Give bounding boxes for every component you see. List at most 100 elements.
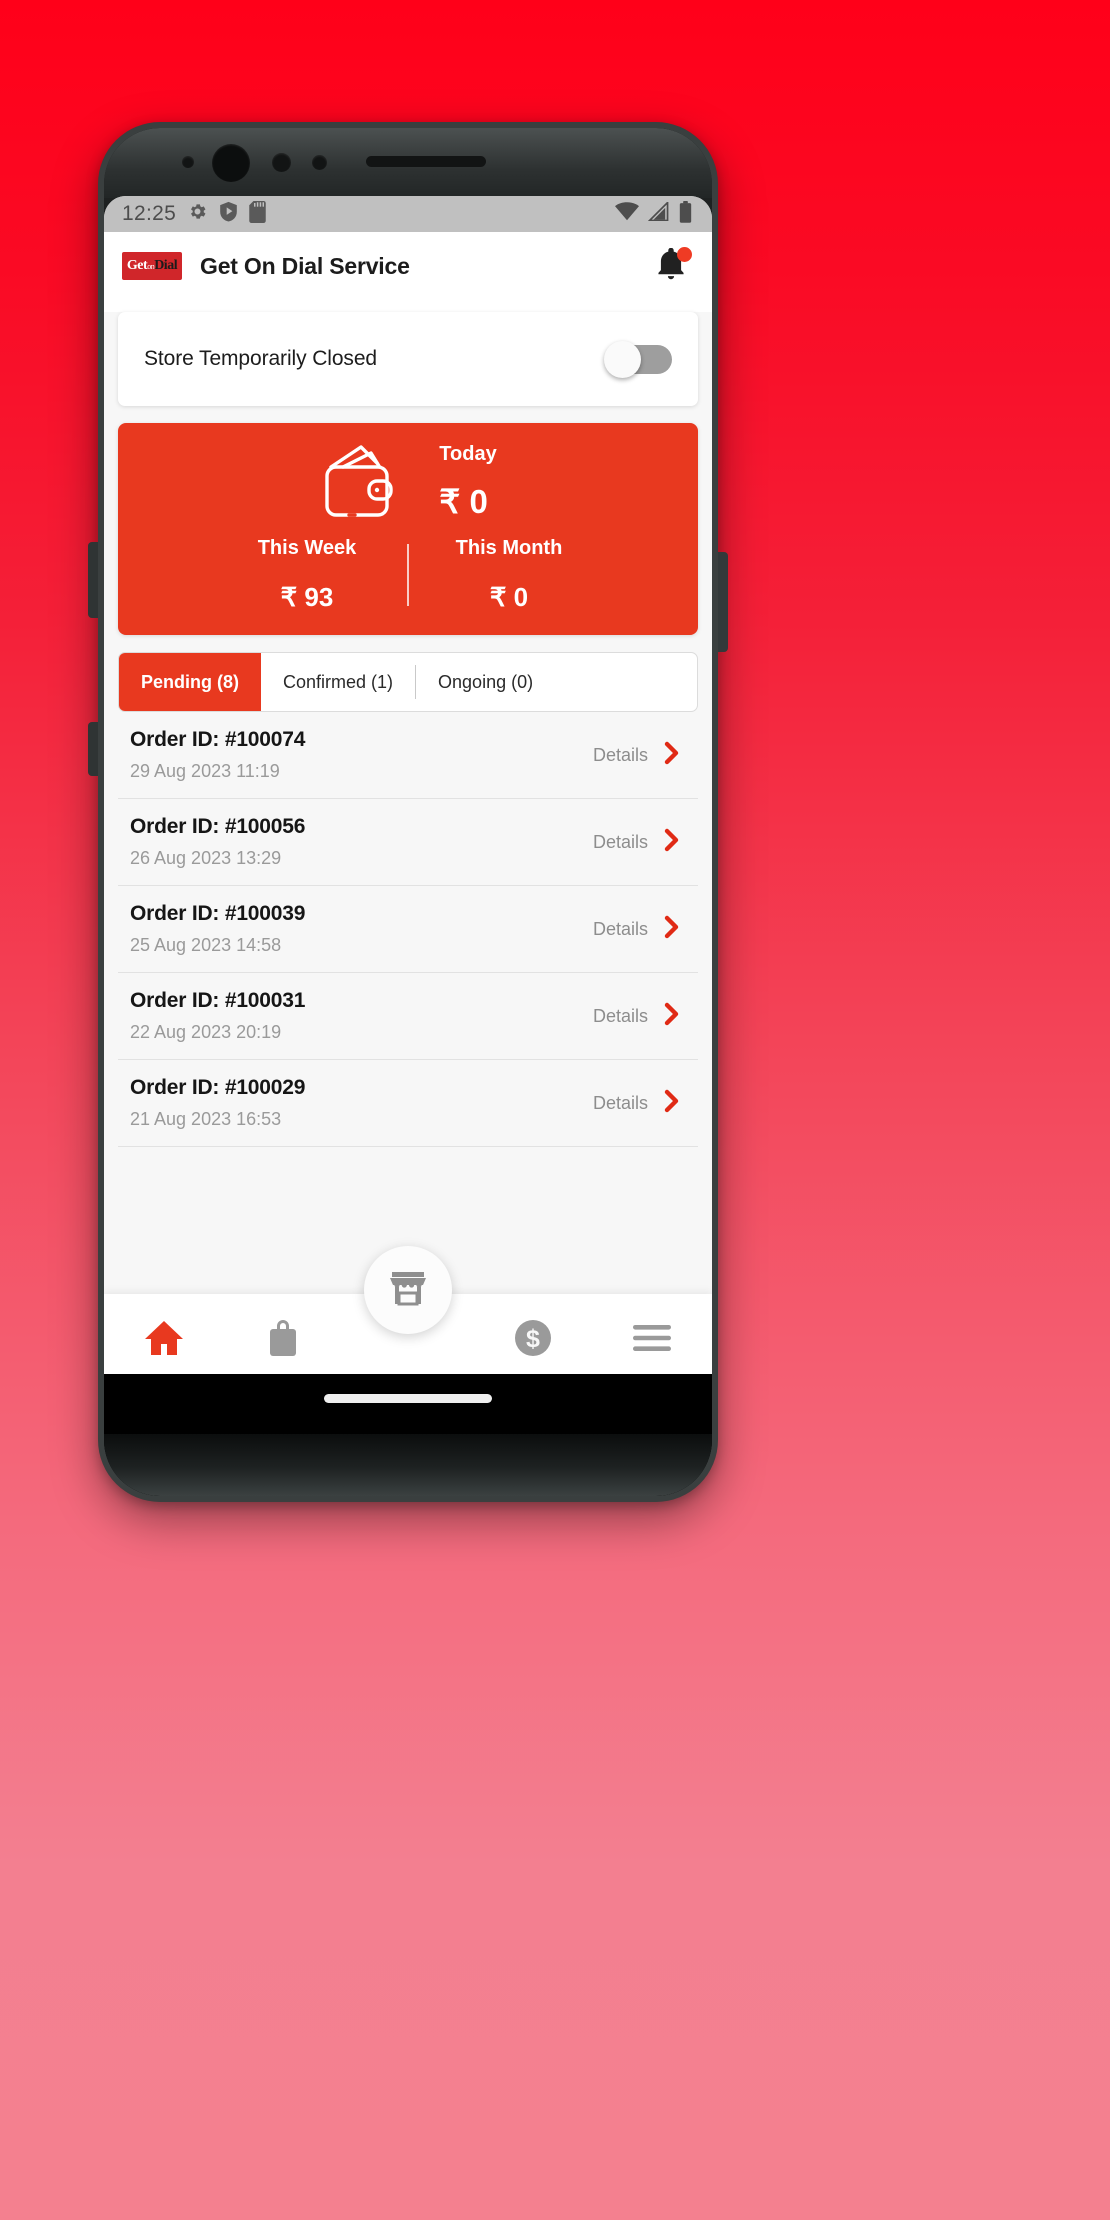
- order-id: Order ID: #100074: [130, 728, 306, 751]
- app-logo-text: GetonDial: [126, 258, 178, 273]
- volume-up-button[interactable]: [88, 542, 98, 618]
- tab-pending[interactable]: Pending (8): [119, 653, 261, 711]
- order-id: Order ID: #100031: [130, 989, 306, 1012]
- phone-device-frame: 12:25 GetonDial Get On Dial Service Stor…: [88, 122, 728, 1502]
- wifi-icon: [615, 202, 639, 226]
- svg-text:$: $: [526, 1325, 540, 1353]
- order-datetime: 29 Aug 2023 11:19: [130, 761, 280, 781]
- logo-dial-text: Dial: [154, 258, 178, 273]
- shield-play-icon: [219, 201, 238, 227]
- battery-icon: [679, 200, 692, 228]
- details-label: Details: [592, 744, 648, 765]
- order-info: Order ID: #100056 26 Aug 2023 13:29: [130, 815, 305, 869]
- status-bar-left: 12:25: [122, 200, 266, 228]
- order-id: Order ID: #100029: [130, 1076, 306, 1099]
- order-datetime: 25 Aug 2023 14:58: [130, 935, 282, 955]
- hamburger-menu-icon: [633, 1324, 672, 1357]
- storefront-icon: [388, 1268, 428, 1313]
- order-id: Order ID: #100056: [130, 815, 306, 838]
- order-details-action[interactable]: Details: [593, 740, 692, 771]
- order-details-action[interactable]: Details: [593, 827, 692, 858]
- power-button[interactable]: [718, 552, 728, 652]
- details-label: Details: [592, 1092, 648, 1113]
- storefront-fab-button[interactable]: [364, 1246, 452, 1334]
- notification-button[interactable]: [656, 247, 692, 284]
- gear-icon: [187, 201, 208, 227]
- home-icon: [144, 1320, 183, 1361]
- order-info: Order ID: #100039 25 Aug 2023 14:58: [130, 902, 305, 956]
- chevron-right-icon: [662, 1088, 682, 1119]
- store-toggle-label: Store Temporarily Closed: [144, 347, 377, 370]
- order-datetime: 21 Aug 2023 16:53: [130, 1109, 282, 1129]
- main-content: Store Temporarily Closed Today ₹ 0 This …: [104, 312, 712, 1374]
- chevron-right-icon: [662, 827, 682, 858]
- order-details-action[interactable]: Details: [593, 914, 692, 945]
- device-inner: 12:25 GetonDial Get On Dial Service Stor…: [104, 128, 712, 1496]
- sensor-cluster: [104, 128, 712, 196]
- phone-screen: 12:25 GetonDial Get On Dial Service Stor…: [104, 196, 712, 1374]
- table-row[interactable]: Order ID: #100056 26 Aug 2023 13:29 Deta…: [118, 799, 698, 886]
- details-label: Details: [592, 831, 648, 852]
- order-list: Order ID: #100074 29 Aug 2023 11:19 Deta…: [118, 712, 698, 1147]
- order-info: Order ID: #100029 21 Aug 2023 16:53: [130, 1076, 305, 1130]
- order-details-action[interactable]: Details: [593, 1001, 692, 1032]
- nav-item-orders[interactable]: [223, 1294, 342, 1374]
- sd-card-icon: [249, 200, 266, 228]
- order-id: Order ID: #100039: [130, 902, 306, 925]
- month-value: ₹ 0: [489, 582, 529, 612]
- order-details-action[interactable]: Details: [593, 1088, 692, 1119]
- tab-ongoing[interactable]: Ongoing (0): [416, 653, 555, 711]
- table-row[interactable]: Order ID: #100031 22 Aug 2023 20:19 Deta…: [118, 973, 698, 1060]
- order-status-tabs: Pending (8) Confirmed (1) Ongoing (0): [118, 652, 698, 712]
- toggle-knob: [604, 340, 641, 378]
- notification-badge: [677, 247, 692, 262]
- details-label: Details: [592, 918, 648, 939]
- bottom-navigation-bar: $: [104, 1246, 712, 1374]
- today-earnings-block: Today ₹ 0: [439, 443, 496, 521]
- home-indicator[interactable]: [324, 1394, 492, 1403]
- today-value: ₹ 0: [439, 483, 488, 520]
- status-bar-right: [615, 200, 692, 228]
- earnings-today-row: Today ₹ 0: [118, 423, 698, 523]
- details-label: Details: [592, 1005, 648, 1026]
- table-row[interactable]: Order ID: #100039 25 Aug 2023 14:58 Deta…: [118, 886, 698, 973]
- light-sensor-icon: [312, 155, 327, 170]
- dollar-coin-icon: $: [514, 1319, 552, 1362]
- order-datetime: 22 Aug 2023 20:19: [130, 1022, 282, 1042]
- app-logo: GetonDial: [122, 252, 182, 280]
- sensor-dot-icon: [182, 156, 194, 168]
- order-info: Order ID: #100031 22 Aug 2023 20:19: [130, 989, 305, 1043]
- order-datetime: 26 Aug 2023 13:29: [130, 848, 282, 868]
- week-earnings-block: This Week ₹ 93: [207, 537, 407, 613]
- nav-item-home[interactable]: [104, 1294, 223, 1374]
- page-title: Get On Dial Service: [200, 252, 410, 279]
- week-value: ₹ 93: [280, 582, 334, 612]
- earpiece-speaker: [366, 156, 486, 167]
- nav-item-menu[interactable]: [593, 1294, 712, 1374]
- proximity-sensor-icon: [272, 153, 291, 172]
- app-bar: GetonDial Get On Dial Service: [104, 232, 712, 300]
- tab-confirmed[interactable]: Confirmed (1): [261, 653, 415, 711]
- nav-item-earnings[interactable]: $: [474, 1294, 593, 1374]
- signal-icon: [647, 200, 670, 226]
- earnings-summary-row: This Week ₹ 93 This Month ₹ 0: [118, 537, 698, 613]
- status-bar-clock: 12:25: [122, 202, 177, 225]
- chevron-right-icon: [662, 1001, 682, 1032]
- store-status-card[interactable]: Store Temporarily Closed: [118, 312, 698, 406]
- table-row[interactable]: Order ID: #100029 21 Aug 2023 16:53 Deta…: [118, 1060, 698, 1147]
- chevron-right-icon: [662, 914, 682, 945]
- table-row[interactable]: Order ID: #100074 29 Aug 2023 11:19 Deta…: [118, 712, 698, 799]
- volume-down-button[interactable]: [88, 722, 98, 776]
- today-label: Today: [439, 443, 497, 465]
- bell-icon: [656, 247, 686, 284]
- shopping-bag-icon: [267, 1319, 299, 1362]
- wallet-icon: [319, 441, 405, 523]
- status-bar: 12:25: [104, 196, 712, 232]
- logo-get-text: Get: [126, 258, 148, 273]
- store-closed-toggle[interactable]: [604, 340, 672, 378]
- month-label: This Month: [455, 537, 563, 559]
- chevron-right-icon: [662, 740, 682, 771]
- front-camera-icon: [212, 144, 250, 182]
- week-label: This Week: [257, 537, 357, 559]
- earnings-card: Today ₹ 0 This Week ₹ 93 This Month ₹ 0: [118, 423, 698, 635]
